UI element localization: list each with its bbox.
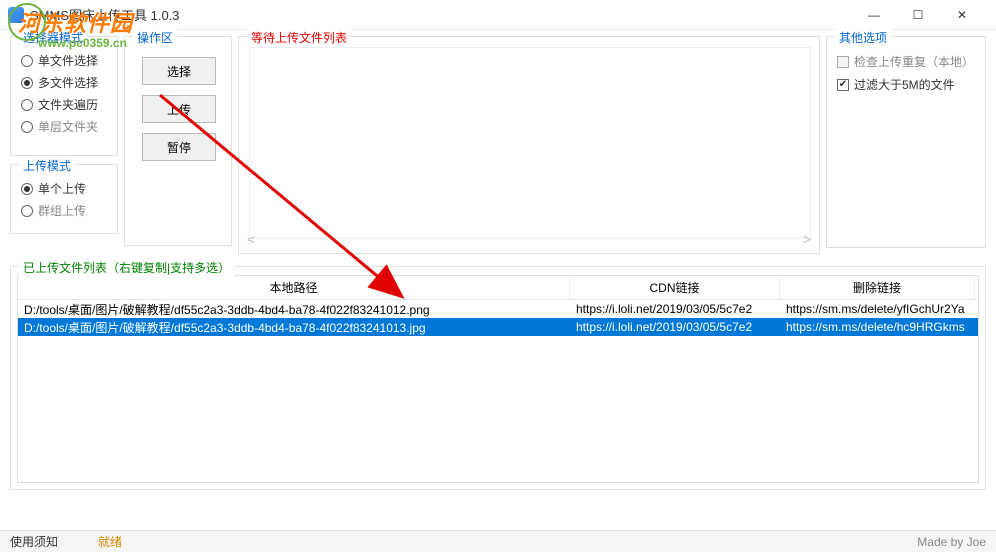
radio-option[interactable]: 多文件选择 [21, 74, 109, 91]
radio-option: 群组上传 [21, 202, 109, 219]
radio-label: 群组上传 [38, 202, 86, 219]
column-delete[interactable]: 删除链接 [780, 276, 975, 299]
table-header: 本地路径 CDN链接 删除链接 [18, 276, 978, 300]
close-button[interactable]: ✕ [948, 5, 976, 25]
statusbar: 使用须知 就绪 Made by Joe [0, 530, 996, 552]
actions-title: 操作区 [133, 29, 177, 46]
help-link[interactable]: 使用须知 [10, 533, 58, 550]
table-cell: https://sm.ms/delete/yfIGchUr2Ya [780, 299, 975, 319]
radio-label: 单个上传 [38, 180, 86, 197]
scroll-left-icon[interactable]: < [247, 231, 255, 247]
minimize-button[interactable]: — [860, 5, 888, 25]
radio-icon [21, 183, 33, 195]
upload-mode-group: 上传模式 单个上传群组上传 [10, 164, 118, 234]
checkbox-icon: ✔ [837, 79, 849, 91]
radio-label: 单层文件夹 [38, 118, 98, 135]
pending-list-group: 等待上传文件列表 < > [238, 36, 820, 254]
radio-icon [21, 205, 33, 217]
radio-label: 文件夹遍历 [38, 96, 98, 113]
checkbox-icon [837, 56, 849, 68]
window-title: SMMS图床上传工具 1.0.3 [30, 5, 860, 24]
table-body: D:/tools/桌面/图片/破解教程/df55c2a3-3ddb-4bd4-b… [18, 300, 978, 336]
pause-button[interactable]: 暂停 [142, 133, 216, 161]
radio-option[interactable]: 文件夹遍历 [21, 96, 109, 113]
window-controls: — ☐ ✕ [860, 5, 988, 25]
column-cdn[interactable]: CDN链接 [570, 276, 780, 299]
table-row[interactable]: D:/tools/桌面/图片/破解教程/df55c2a3-3ddb-4bd4-b… [18, 318, 978, 336]
filter-large-label: 过滤大于5M的文件 [854, 76, 955, 93]
column-path[interactable]: 本地路径 [18, 276, 570, 299]
app-icon [8, 7, 24, 23]
pending-scroll: < > [247, 231, 811, 247]
check-duplicate-label: 检查上传重复（本地） [854, 53, 974, 70]
table-cell: https://sm.ms/delete/hc9HRGkms [780, 317, 975, 337]
check-duplicate-option: 检查上传重复（本地） [837, 53, 977, 70]
author-label: Made by Joe [917, 535, 986, 549]
select-mode-group: 选择器模式 单文件选择多文件选择文件夹遍历单层文件夹 [10, 36, 118, 156]
maximize-button[interactable]: ☐ [904, 5, 932, 25]
status-ready: 就绪 [98, 533, 122, 550]
radio-option[interactable]: 单文件选择 [21, 52, 109, 69]
uploaded-list-group: 已上传文件列表（右键复制|支持多选） 本地路径 CDN链接 删除链接 D:/to… [10, 266, 986, 490]
radio-icon [21, 77, 33, 89]
filter-large-option[interactable]: ✔ 过滤大于5M的文件 [837, 76, 977, 93]
upload-mode-title: 上传模式 [19, 157, 75, 174]
select-button[interactable]: 选择 [142, 57, 216, 85]
other-options-group: 其他选项 检查上传重复（本地） ✔ 过滤大于5M的文件 [826, 36, 986, 248]
pending-list-title: 等待上传文件列表 [247, 29, 351, 46]
other-options-title: 其他选项 [835, 29, 891, 46]
radio-option[interactable]: 单个上传 [21, 180, 109, 197]
table-cell: D:/tools/桌面/图片/破解教程/df55c2a3-3ddb-4bd4-b… [18, 316, 570, 339]
radio-icon [21, 121, 33, 133]
upload-button[interactable]: 上传 [142, 95, 216, 123]
uploaded-table[interactable]: 本地路径 CDN链接 删除链接 D:/tools/桌面/图片/破解教程/df55… [17, 275, 979, 483]
radio-label: 多文件选择 [38, 74, 98, 91]
titlebar: SMMS图床上传工具 1.0.3 — ☐ ✕ [0, 0, 996, 30]
radio-option: 单层文件夹 [21, 118, 109, 135]
select-mode-options: 单文件选择多文件选择文件夹遍历单层文件夹 [21, 52, 109, 135]
uploaded-list-title: 已上传文件列表（右键复制|支持多选） [19, 259, 234, 276]
actions-group: 操作区 选择 上传 暂停 [124, 36, 232, 246]
radio-label: 单文件选择 [38, 52, 98, 69]
radio-icon [21, 55, 33, 67]
upload-mode-options: 单个上传群组上传 [21, 180, 109, 219]
radio-icon [21, 99, 33, 111]
table-cell: https://i.loli.net/2019/03/05/5c7e2 [570, 299, 780, 319]
scroll-right-icon[interactable]: > [803, 231, 811, 247]
select-mode-title: 选择器模式 [19, 29, 87, 46]
pending-list-box[interactable] [249, 47, 811, 239]
table-cell: https://i.loli.net/2019/03/05/5c7e2 [570, 317, 780, 337]
